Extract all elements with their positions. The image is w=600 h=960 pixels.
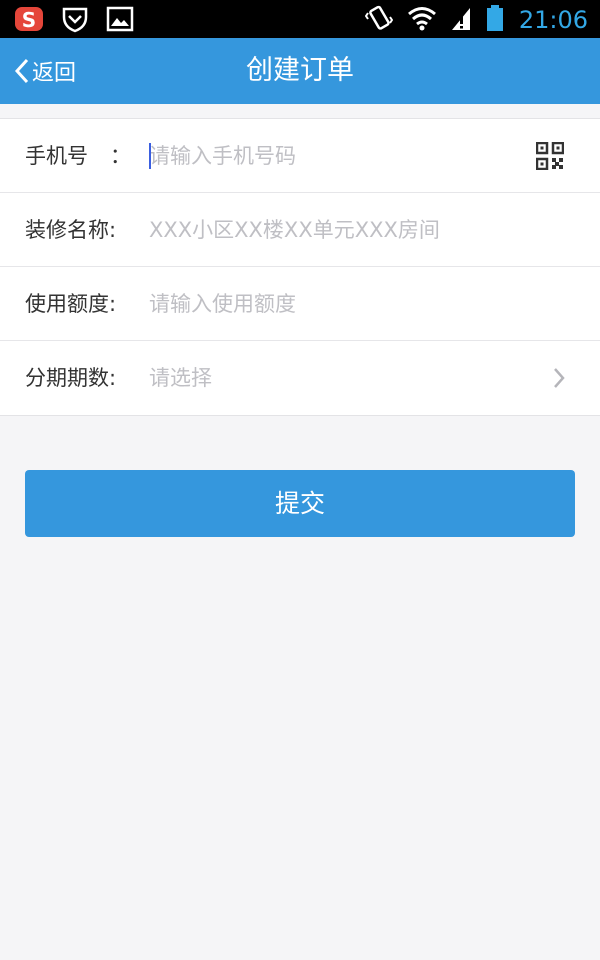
- text-cursor: [149, 143, 151, 169]
- vibrate-icon: [364, 4, 394, 36]
- submit-button[interactable]: 提交: [25, 470, 575, 537]
- decoration-name-row: 装修名称:: [0, 193, 600, 267]
- credit-amount-input[interactable]: [149, 286, 509, 322]
- phone-row: 手机号 ：: [0, 119, 600, 193]
- status-right-icons: 21:06: [364, 4, 588, 36]
- chevron-left-icon: [14, 58, 29, 84]
- svg-text:S: S: [22, 8, 36, 32]
- wifi-icon: [407, 5, 437, 35]
- phone-label: 手机号: [25, 144, 88, 168]
- back-button[interactable]: 返回: [14, 53, 76, 89]
- order-form: 手机号： 装修名称: 使用额度: 分期: [0, 118, 600, 416]
- phone-label-colon: ：: [110, 144, 131, 168]
- installment-count-select[interactable]: [149, 360, 509, 396]
- credit-amount-row: 使用额度:: [0, 267, 600, 341]
- sogou-s-icon: S: [14, 5, 44, 37]
- status-bar: S 21:06: [0, 0, 600, 38]
- page-title: 创建订单: [246, 55, 354, 86]
- signal-alert-icon: [451, 5, 471, 35]
- phone-input[interactable]: [149, 138, 509, 174]
- image-icon: [106, 6, 134, 36]
- decoration-name-input[interactable]: [149, 212, 509, 248]
- shield-icon: [62, 5, 88, 37]
- battery-icon: [485, 4, 505, 36]
- chevron-right-icon: [552, 366, 566, 394]
- qr-code-icon[interactable]: [535, 141, 565, 174]
- status-left-icons: S: [14, 5, 134, 37]
- credit-amount-label: 使用额度:: [25, 292, 117, 316]
- back-label: 返回: [32, 61, 77, 86]
- installment-count-row[interactable]: 分期期数:: [0, 341, 600, 415]
- decoration-name-label: 装修名称:: [25, 218, 117, 242]
- installment-count-label: 分期期数:: [25, 366, 117, 390]
- nav-bar: 创建订单 返回: [0, 38, 600, 104]
- status-time: 21:06: [518, 6, 588, 34]
